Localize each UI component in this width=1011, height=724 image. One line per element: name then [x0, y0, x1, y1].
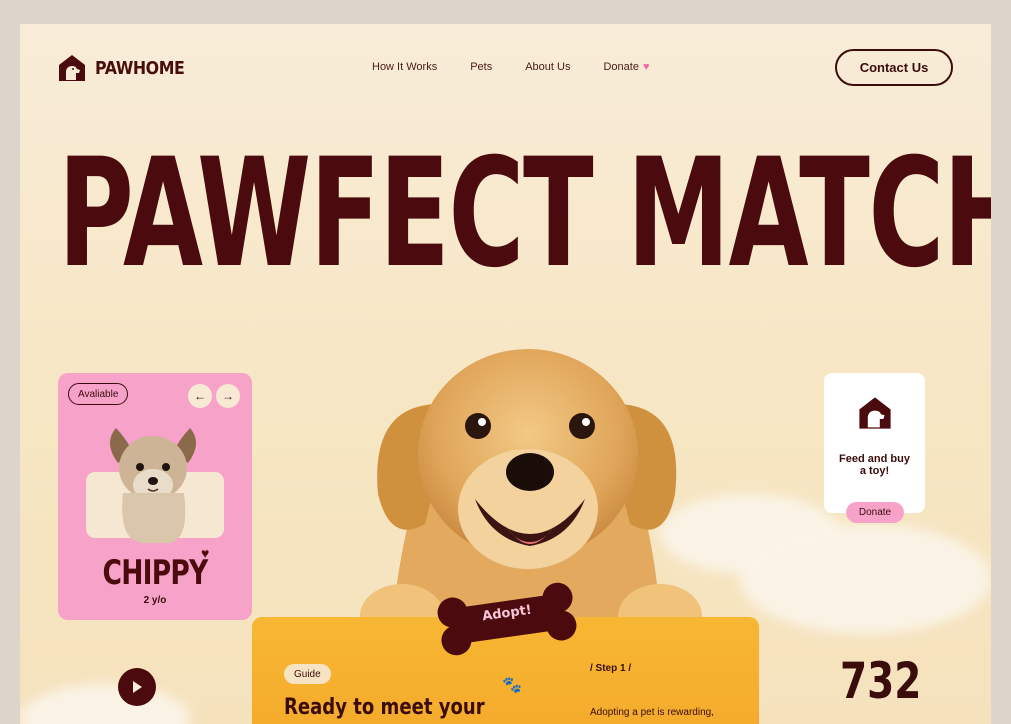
nav-label: How It Works	[372, 61, 438, 73]
heart-icon: ♥	[642, 61, 650, 73]
nav-label: About Us	[525, 61, 571, 73]
hero-title: PAWFECT MATCH	[58, 127, 991, 301]
heart-icon: ♥	[201, 545, 210, 561]
main-nav: How It Works Pets About Us Donate ♥	[372, 61, 649, 73]
donate-card: Feed and buy a toy!	[824, 373, 925, 513]
donate-button[interactable]: Donate	[846, 502, 904, 523]
play-button[interactable]	[118, 668, 156, 706]
step-text: Adopting a pet is rewarding,	[590, 707, 714, 718]
brand-name: PAWHOME	[95, 57, 185, 79]
donate-text-line: Feed and buy	[839, 453, 910, 465]
nav-label: Donate	[603, 61, 639, 73]
play-icon	[133, 681, 142, 693]
arrow-left-icon[interactable]: ←	[188, 384, 212, 408]
nav-label: Pets	[470, 61, 493, 73]
guide-badge: Guide	[284, 664, 331, 684]
availability-badge: Avaliable	[68, 383, 129, 405]
paw-icon: 🐾	[502, 677, 522, 694]
cloud	[20, 684, 190, 724]
nav-how-it-works[interactable]: How It Works	[372, 61, 437, 73]
house-dog-icon	[59, 55, 85, 81]
pet-card[interactable]: Avaliable ← → CHIPPY ♥ 2 y/o	[58, 373, 252, 620]
stat-number: 732	[840, 652, 922, 710]
donate-text-line: a toy!	[859, 465, 890, 477]
contact-us-button[interactable]: Contact Us	[835, 49, 953, 86]
step-label: / Step 1 /	[590, 663, 632, 674]
house-dog-icon	[859, 397, 891, 429]
guide-title: Ready to meet your	[284, 695, 485, 720]
nav-pets[interactable]: Pets	[470, 61, 492, 73]
donate-text: Feed and buy a toy!	[824, 453, 925, 477]
page: PAWHOME How It Works Pets About Us Donat…	[20, 24, 991, 724]
cloud	[740, 524, 991, 634]
nav-about-us[interactable]: About Us	[525, 61, 570, 73]
brand-logo[interactable]: PAWHOME	[57, 53, 197, 83]
nav-donate[interactable]: Donate ♥	[603, 61, 649, 73]
arrow-right-icon[interactable]: →	[216, 384, 240, 408]
pet-age: 2 y/o	[143, 595, 167, 606]
pet-photo	[109, 428, 197, 543]
